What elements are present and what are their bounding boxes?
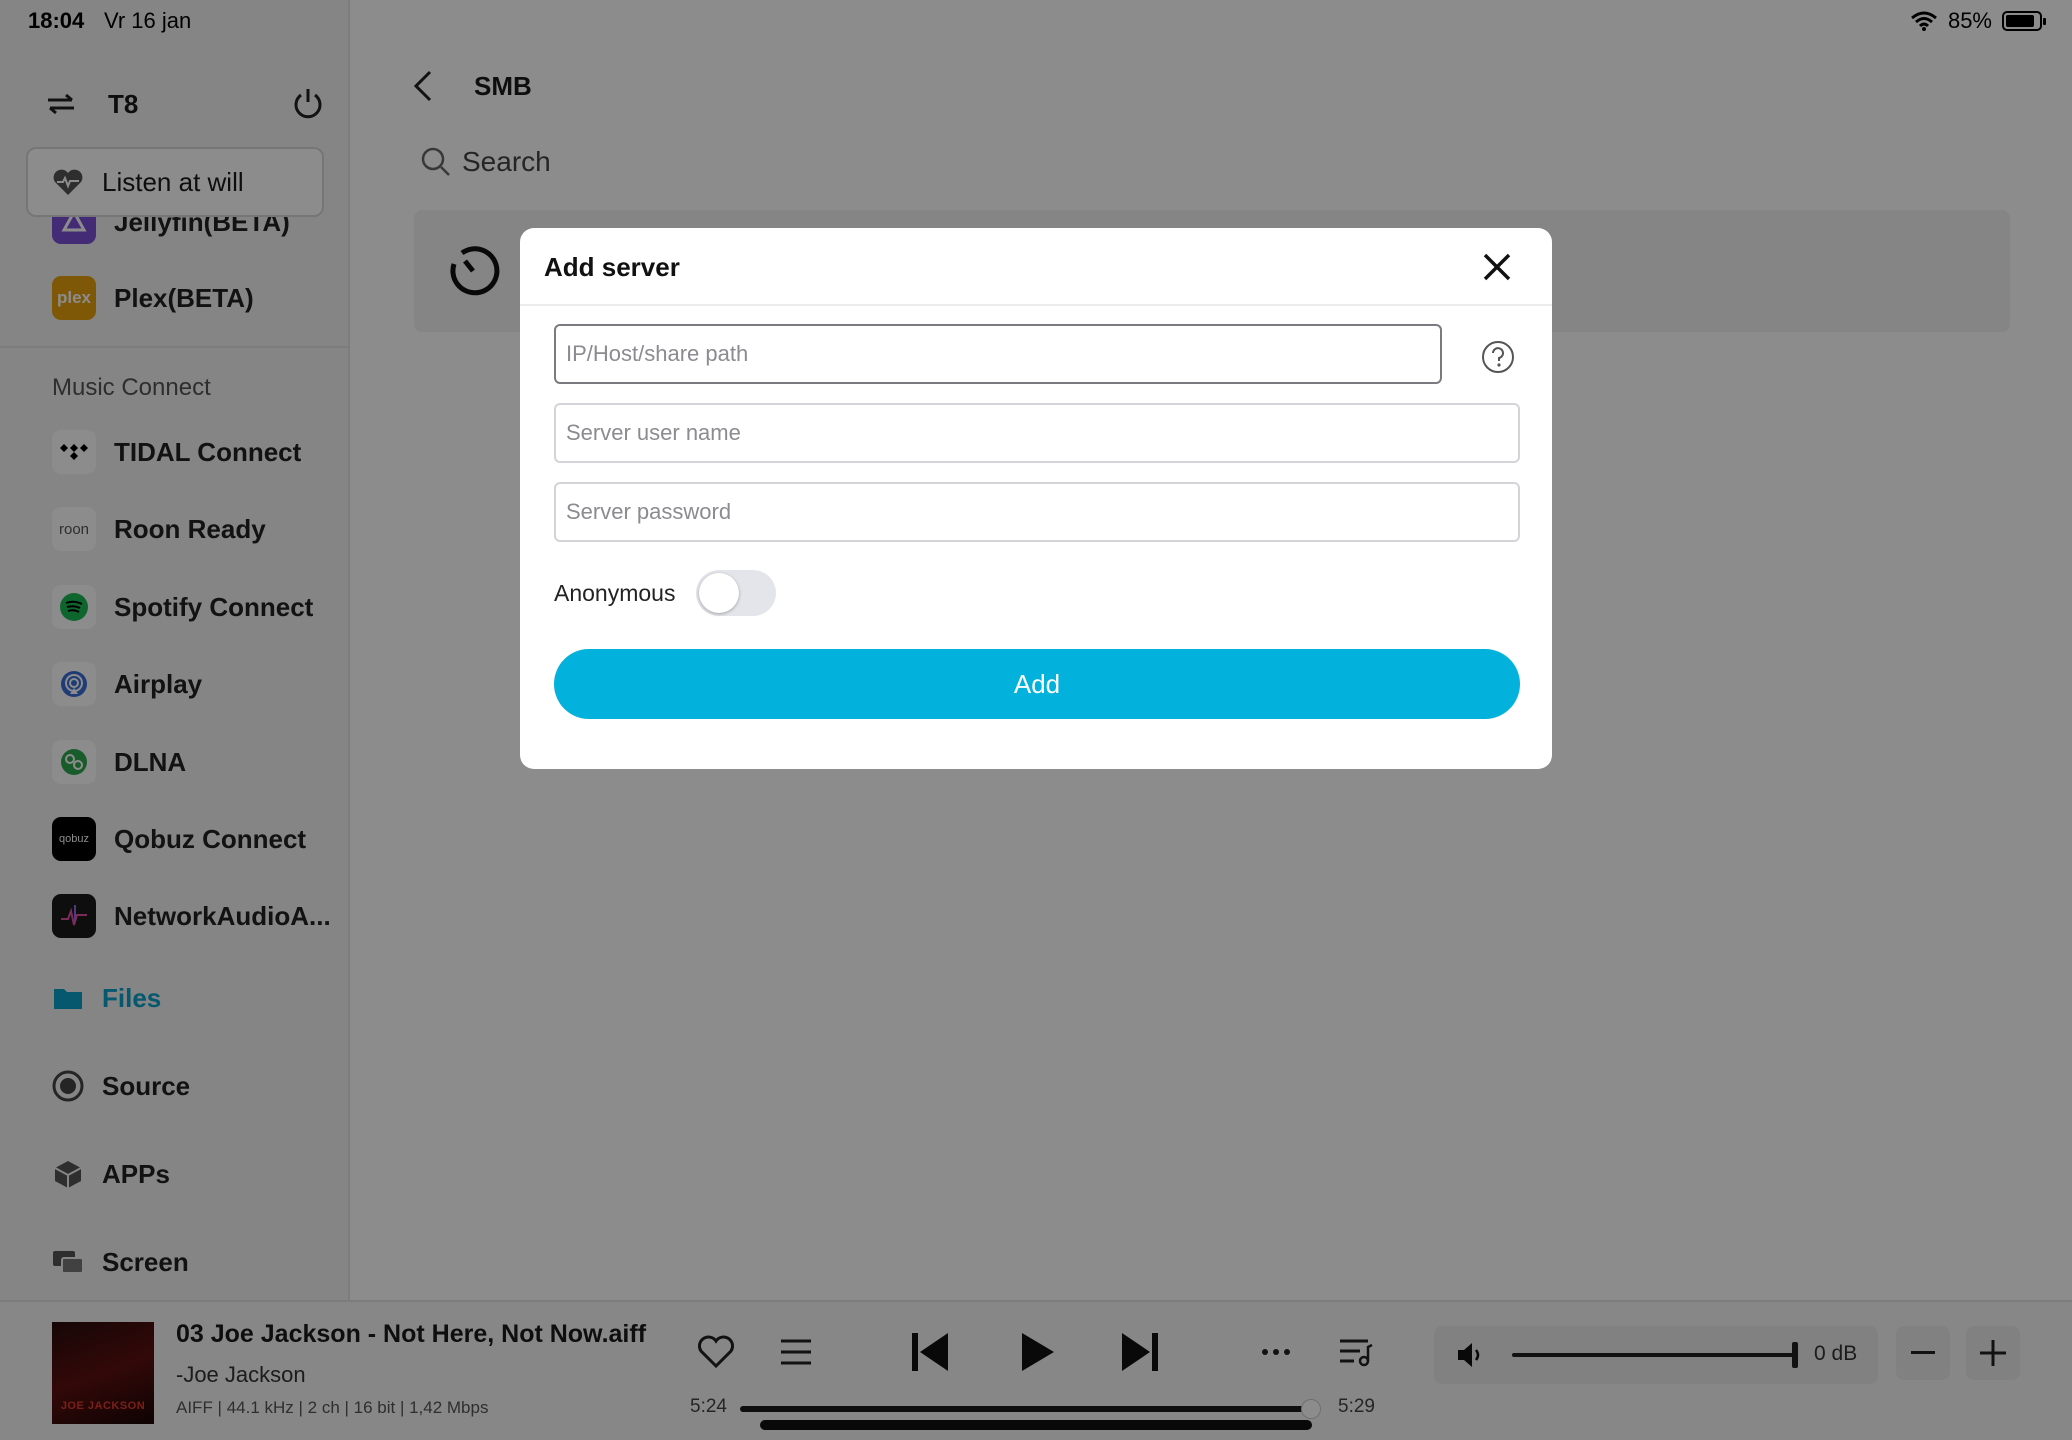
help-icon[interactable] [1480,339,1516,375]
close-button[interactable] [1478,248,1516,286]
host-path-input[interactable] [554,324,1442,384]
dialog-header: Add server [520,228,1552,306]
password-input[interactable] [554,482,1520,542]
username-input[interactable] [554,403,1520,463]
anonymous-label: Anonymous [554,580,676,606]
dialog-title: Add server [544,252,680,282]
toggle-knob [699,573,739,613]
add-button[interactable]: Add [554,649,1520,719]
close-icon [1483,253,1511,281]
anonymous-toggle[interactable] [696,570,776,616]
add-server-dialog: Add server Anonymous Add [520,228,1552,769]
